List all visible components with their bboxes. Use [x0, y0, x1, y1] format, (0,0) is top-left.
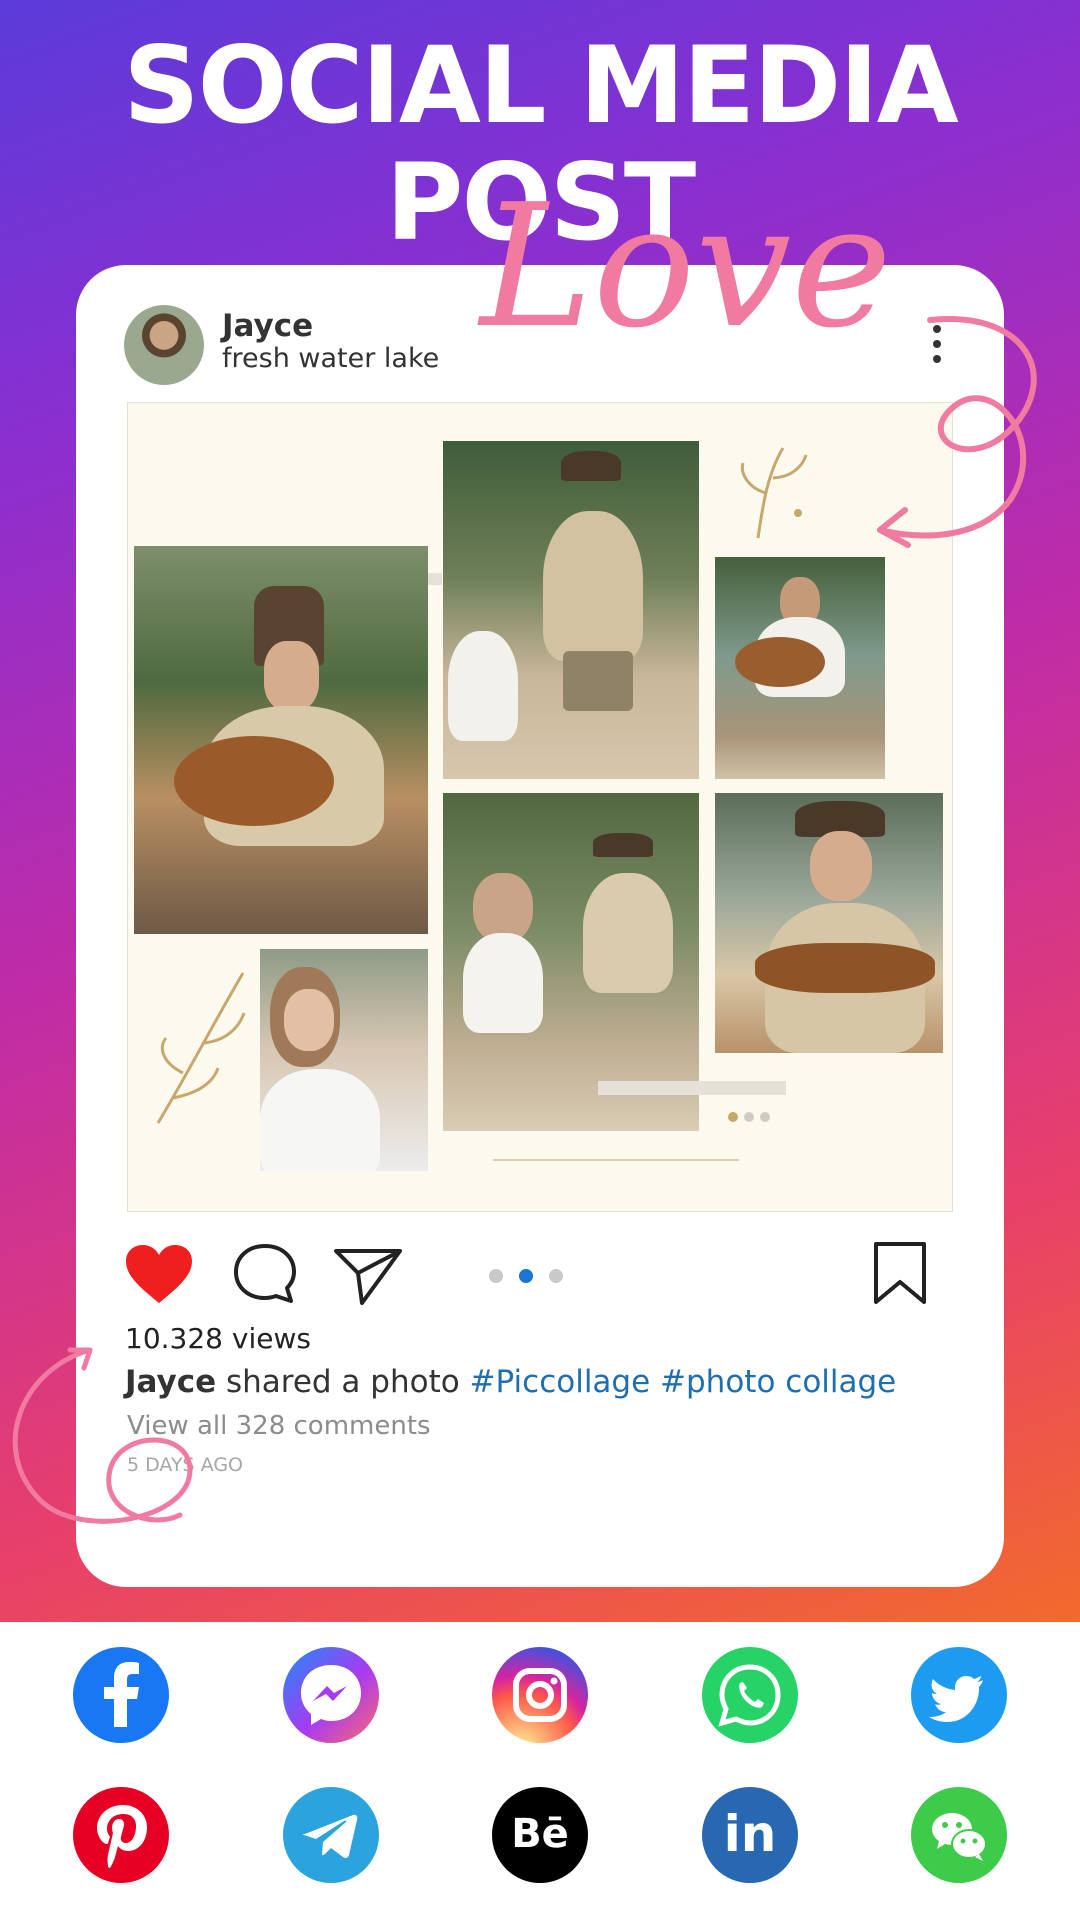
collage-photo-man-guitar: [134, 546, 428, 934]
linkedin-icon[interactable]: in: [702, 1787, 798, 1883]
messenger-icon[interactable]: [283, 1647, 379, 1743]
leaf-ornament: [156, 972, 246, 1124]
views-count: 10.328 views: [125, 1322, 311, 1355]
bookmark-icon[interactable]: [871, 1240, 929, 1306]
facebook-icon[interactable]: [73, 1647, 169, 1743]
post-timestamp: 5 DAYS AGO: [127, 1454, 243, 1476]
caption-hashtags[interactable]: #Piccollage #photo collage: [470, 1364, 897, 1400]
post-image-collage[interactable]: [127, 402, 953, 1212]
post-caption: Jayce shared a photo #Piccollage #photo …: [125, 1364, 896, 1400]
leaf-ornament-top: [740, 447, 808, 539]
wechat-icon[interactable]: [911, 1787, 1007, 1883]
post-username[interactable]: Jayce: [222, 308, 313, 344]
linkedin-label: in: [723, 1805, 777, 1863]
carousel-indicator: [489, 1268, 579, 1287]
telegram-icon[interactable]: [283, 1787, 379, 1883]
headline: SOCIAL MEDIA POST: [123, 24, 959, 264]
hero-background: SOCIAL MEDIA POST Jayce fresh water lake: [0, 0, 1080, 1622]
avatar[interactable]: [124, 305, 204, 385]
twitter-icon[interactable]: [911, 1647, 1007, 1743]
collage-photo-man-standing: [443, 441, 699, 779]
share-send-icon[interactable]: [332, 1243, 404, 1307]
share-targets: Bē in: [0, 1622, 1080, 1920]
post-card: Jayce fresh water lake 10.328 views Jayc…: [76, 265, 1004, 1587]
collage-photo-woman: [260, 949, 428, 1171]
collage-underline: [493, 1159, 739, 1161]
collage-pager: [728, 1107, 776, 1126]
collage-photo-woman-guitar: [715, 557, 885, 779]
caption-username[interactable]: Jayce: [125, 1364, 216, 1400]
like-heart-icon[interactable]: [124, 1243, 194, 1305]
behance-icon[interactable]: Bē: [492, 1787, 588, 1883]
post-location[interactable]: fresh water lake: [222, 343, 439, 374]
pinterest-icon[interactable]: [73, 1787, 169, 1883]
instagram-icon[interactable]: [492, 1647, 588, 1743]
collage-photo-man-smiling: [715, 793, 943, 1053]
whatsapp-icon[interactable]: [702, 1647, 798, 1743]
behance-label: Bē: [511, 1811, 569, 1857]
more-options-icon[interactable]: [931, 325, 943, 369]
view-comments-link[interactable]: View all 328 comments: [127, 1411, 431, 1441]
comment-icon[interactable]: [231, 1241, 299, 1305]
caption-text: shared a photo: [216, 1364, 470, 1400]
